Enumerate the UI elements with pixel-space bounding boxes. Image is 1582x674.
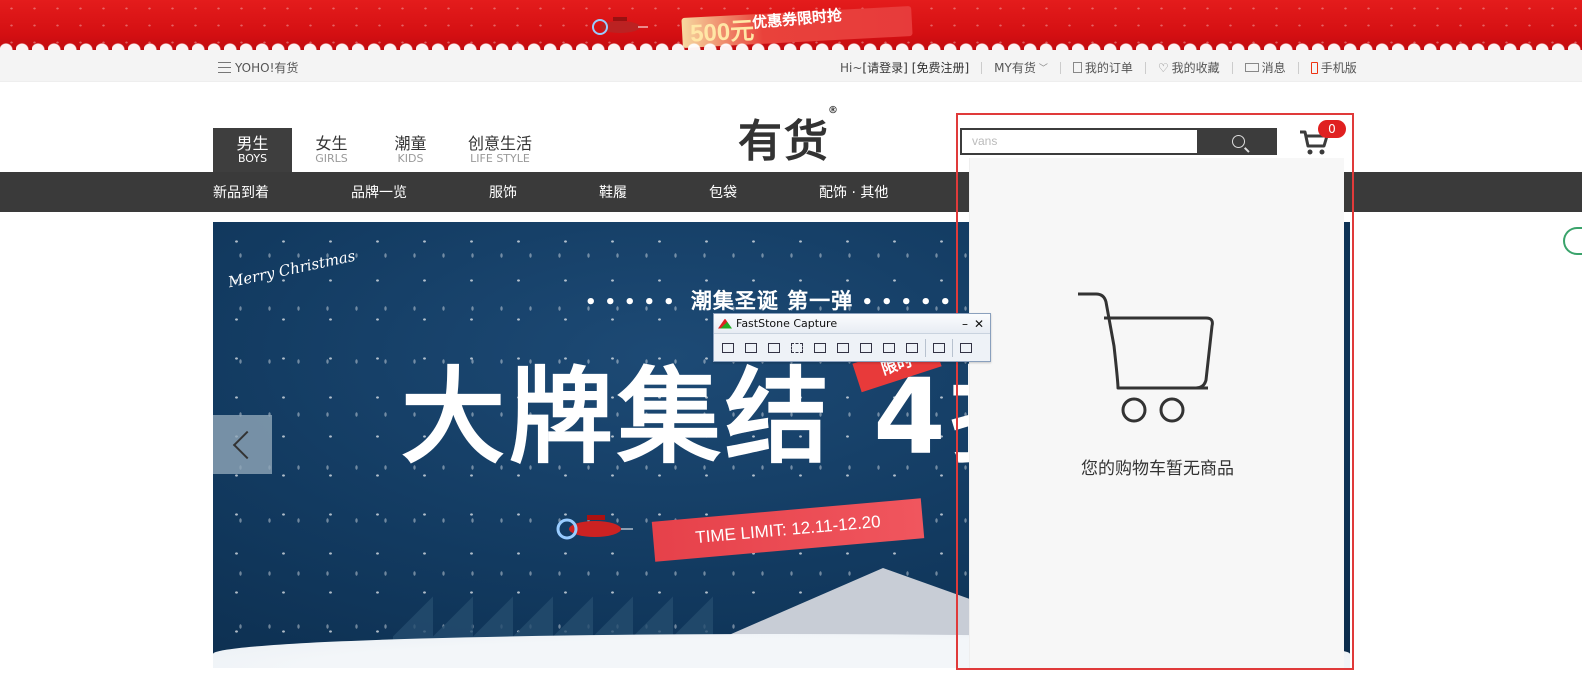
orders-link[interactable]: 我的订单 [1072, 59, 1133, 76]
open-folder-icon[interactable] [718, 339, 738, 357]
nav-item-accessories[interactable]: 配饰 · 其他 [819, 182, 888, 202]
cart-dropdown: 您的购物车暂无商品 [969, 158, 1344, 668]
hero-subtitle-text: 潮集圣诞 第一弹 [690, 289, 854, 313]
search-input[interactable]: vans [960, 128, 1199, 155]
hamburger-icon [218, 62, 231, 73]
site-menu[interactable]: YOHO!有货 [218, 59, 298, 76]
tab-lifestyle[interactable]: 创意生活 LIFE STYLE [450, 128, 550, 172]
cart-count-badge: 0 [1318, 120, 1346, 138]
favorites-link[interactable]: ♡ 我的收藏 [1158, 59, 1220, 76]
orders-label: 我的订单 [1084, 61, 1133, 75]
category-nav: 新品到着 品牌一览 服饰 鞋履 包袋 配饰 · 其他 [0, 172, 1582, 212]
messages-label: 消息 [1261, 61, 1286, 75]
my-account-link[interactable]: MY有货 ﹀ [994, 59, 1048, 76]
phone-icon [1310, 61, 1318, 74]
mobile-link[interactable]: 手机版 [1310, 59, 1357, 76]
site-logo[interactable]: 有货 ® [738, 105, 838, 169]
account-links: Hi~ [请登录] [免费注册] MY有货 ﹀ 我的订单 ♡ 我的收藏 消息 手… [840, 59, 1357, 76]
divider [1297, 61, 1299, 74]
capture-fixed-region-icon[interactable] [879, 339, 899, 357]
gender-tabs: 男生 BOYS 女生 GIRLS 潮童 KIDS 创意生活 LIFE STYLE [213, 128, 550, 172]
minimize-button[interactable]: – [962, 317, 968, 331]
divider [1059, 61, 1061, 74]
tab-sublabel: KIDS [397, 152, 424, 165]
login-link[interactable]: [请登录] [862, 59, 907, 76]
chevron-left-icon [232, 430, 261, 459]
site-menu-label: YOHO!有货 [235, 61, 299, 75]
divider [1231, 61, 1233, 74]
tab-boys[interactable]: 男生 BOYS [213, 128, 292, 172]
nav-item-bags[interactable]: 包袋 [709, 182, 737, 202]
capture-rectangle-icon[interactable] [787, 339, 807, 357]
screen-recorder-icon[interactable] [902, 339, 922, 357]
tab-label: 男生 [236, 134, 269, 153]
chevron-down-icon: ﹀ [1038, 64, 1048, 74]
favorites-label: 我的收藏 [1171, 61, 1220, 75]
faststone-logo-icon [718, 318, 732, 329]
page: 500元 优惠券限时抢 YOHO!有货 Hi~ [请登录] [免费注册] MY有… [0, 0, 1582, 674]
faststone-title: FastStone Capture [736, 317, 838, 330]
messages-link[interactable]: 消息 [1244, 59, 1286, 76]
tab-label: 潮童 [394, 134, 427, 153]
divider [1144, 61, 1146, 74]
capture-object-icon[interactable] [764, 339, 784, 357]
registered-mark: ® [828, 105, 840, 116]
search-icon [1231, 135, 1245, 148]
nav-item-shoes[interactable]: 鞋履 [599, 182, 627, 202]
tab-sublabel: LIFE STYLE [470, 152, 530, 165]
capture-window-icon[interactable] [741, 339, 761, 357]
faststone-tools [714, 334, 990, 361]
tab-label: 女生 [315, 134, 348, 153]
airplane-icon [592, 17, 648, 35]
output-options-icon[interactable] [929, 339, 949, 357]
hero-headline: 大牌集结 4折 [401, 356, 1058, 478]
tab-girls[interactable]: 女生 GIRLS [292, 128, 371, 172]
faststone-titlebar[interactable]: FastStone Capture – ✕ [714, 314, 990, 334]
empty-cart-icon [1078, 292, 1214, 423]
side-widget[interactable] [1563, 227, 1582, 255]
logo-text: 有货 [738, 116, 830, 167]
nav-item-brands[interactable]: 品牌一览 [351, 182, 407, 202]
close-button[interactable]: ✕ [974, 317, 984, 331]
hero-subtitle: ••••• 潮集圣诞 第一弹 ••••• [585, 289, 959, 313]
toolbar-divider [952, 338, 953, 357]
heart-icon: ♡ [1157, 60, 1169, 75]
divider [981, 61, 983, 74]
capture-scrolling-icon[interactable] [856, 339, 876, 357]
tab-sublabel: GIRLS [315, 152, 348, 165]
nav-item-apparel[interactable]: 服饰 [489, 182, 517, 202]
carousel-prev-button[interactable] [213, 415, 272, 474]
mail-icon [1244, 63, 1259, 72]
toolbar-divider [925, 338, 926, 357]
tab-label: 创意生活 [467, 134, 532, 153]
promo-snow-edge [0, 40, 1582, 50]
my-account-label: MY有货 [994, 61, 1036, 75]
capture-fullscreen-icon[interactable] [833, 339, 853, 357]
airplane-icon [556, 515, 633, 540]
settings-icon[interactable] [956, 339, 976, 357]
nav-item-new-arrivals[interactable]: 新品到着 [213, 182, 269, 202]
faststone-capture-toolbar[interactable]: FastStone Capture – ✕ [713, 313, 991, 362]
capture-freehand-icon[interactable] [810, 339, 830, 357]
register-link[interactable]: [免费注册] [912, 59, 969, 76]
utility-bar: YOHO!有货 Hi~ [请登录] [免费注册] MY有货 ﹀ 我的订单 ♡ 我… [0, 50, 1582, 82]
search-button[interactable] [1199, 128, 1277, 155]
greeting: Hi~ [840, 60, 863, 75]
empty-cart-message: 您的购物车暂无商品 [1081, 459, 1234, 479]
tab-kids[interactable]: 潮童 KIDS [371, 128, 450, 172]
tab-sublabel: BOYS [237, 152, 268, 165]
document-icon [1072, 62, 1082, 73]
promo-banner[interactable]: 500元 优惠券限时抢 [0, 0, 1582, 50]
mobile-label: 手机版 [1320, 61, 1357, 75]
